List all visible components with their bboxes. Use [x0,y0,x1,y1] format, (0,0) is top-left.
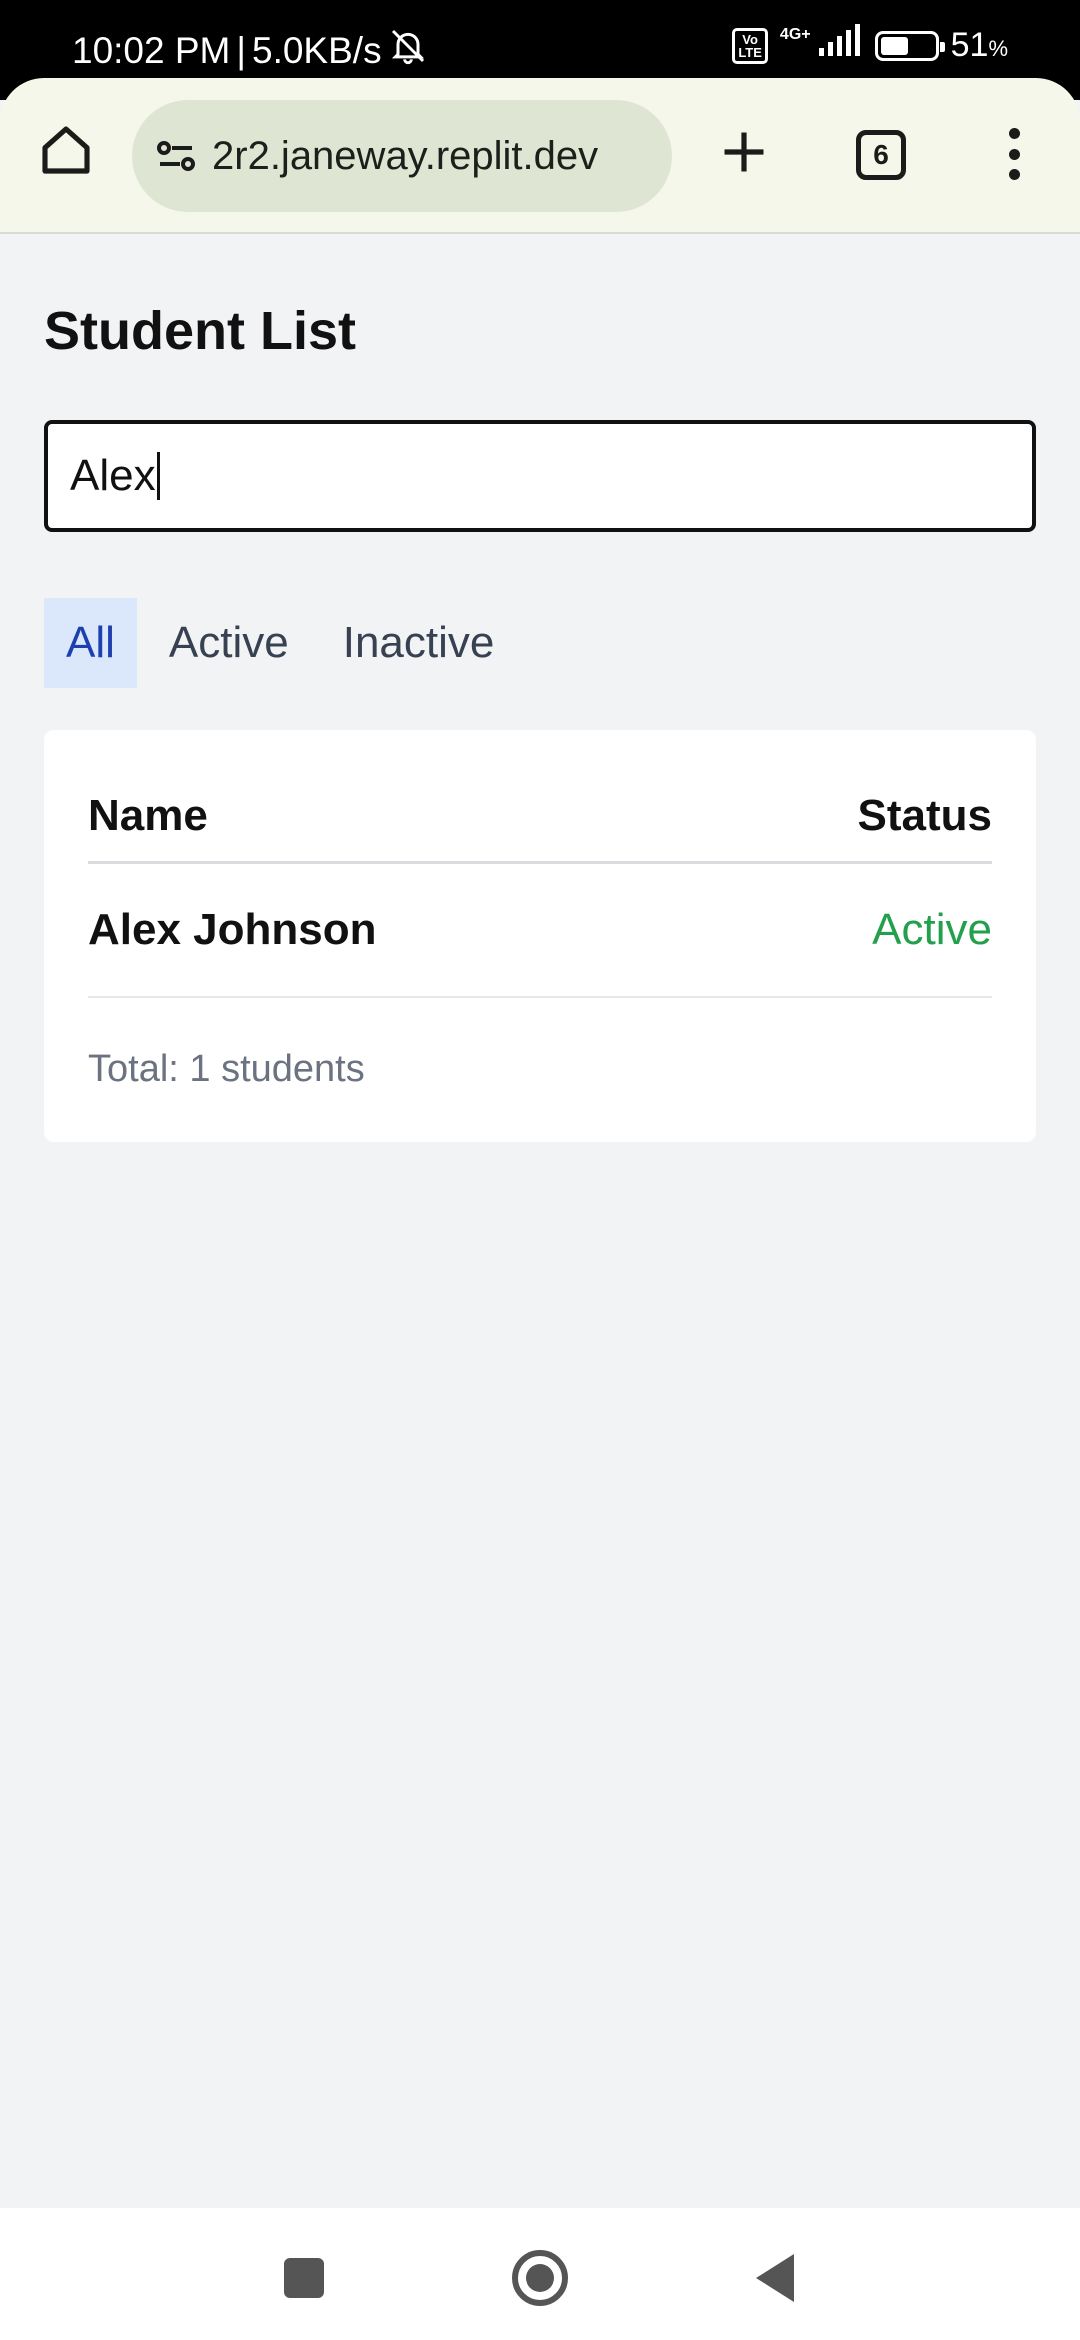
page-title: Student List [44,301,356,361]
filter-all[interactable]: All [44,598,137,688]
home-nav-button[interactable] [512,2250,568,2306]
filter-active[interactable]: Active [147,598,311,688]
search-input[interactable]: Alex [44,420,1036,532]
volte-icon: Vo LTE [732,27,768,64]
site-settings-icon[interactable] [150,130,202,182]
column-header-status: Status [857,790,992,840]
filter-inactive[interactable]: Inactive [321,598,517,688]
back-button[interactable] [756,2254,794,2302]
address-bar[interactable]: 2r2.janeway.replit.dev [132,100,672,212]
table-header: Name Status [88,770,992,864]
student-status: Active [872,905,992,954]
search-value[interactable]: Alex [70,451,156,501]
tab-switcher-button[interactable]: 6 [856,130,906,180]
battery-percent: 51% [950,26,1008,64]
clock: 10:02 PM [72,29,231,71]
home-button[interactable] [36,120,96,180]
status-filter-tabs: All Active Inactive [44,598,526,688]
status-right: Vo LTE 4G+ 51% [732,24,1008,67]
plus-icon [724,132,764,172]
battery-fill [880,36,908,55]
column-header-name: Name [88,790,208,840]
home-icon [42,126,90,174]
network-speed: 5.0KB/s [252,29,382,71]
status-left: 10:02 PM | 5.0KB/s [72,26,428,75]
system-nav-bar [0,2208,1080,2340]
bell-muted-icon [388,26,428,75]
text-caret [156,452,160,500]
signal-icon [817,24,863,67]
student-name: Alex Johnson [88,905,377,954]
recents-button[interactable] [284,2258,324,2298]
table-row[interactable]: Alex Johnson Active [88,864,992,998]
total-count: Total: 1 students [88,1048,365,1090]
url-text[interactable]: 2r2.janeway.replit.dev [212,134,598,179]
separator: | [236,29,246,71]
network-type: 4G+ [779,26,811,43]
browser-toolbar: 2r2.janeway.replit.dev 6 [0,78,1080,234]
new-tab-button[interactable] [712,120,776,184]
more-menu-icon[interactable] [996,122,1032,186]
battery-icon [874,30,945,61]
student-table-card: Name Status Alex Johnson Active Total: 1… [44,730,1036,1142]
